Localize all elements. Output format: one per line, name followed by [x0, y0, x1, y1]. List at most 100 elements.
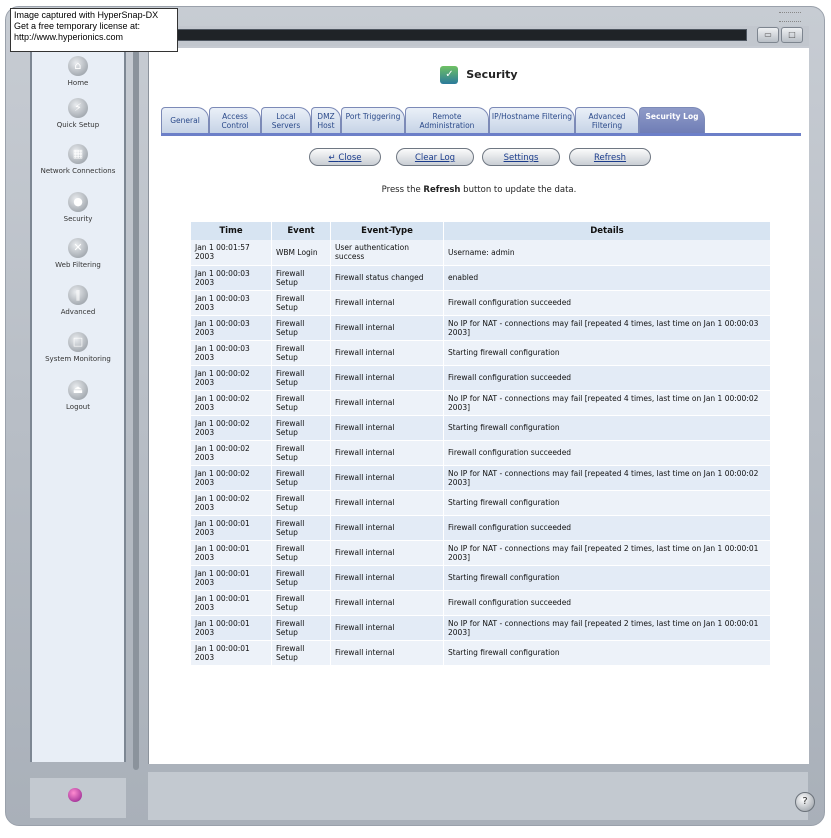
table-row: Jan 1 00:00:02 2003 Firewall Setup Firewal…	[191, 465, 771, 491]
cell-details: No IP for NAT - connections may fail [re…	[443, 315, 771, 341]
cell-time: Jan 1 00:00:01 2003	[191, 640, 272, 666]
window-grip[interactable]	[779, 12, 801, 22]
cell-time: Jan 1 00:00:03 2003	[191, 315, 272, 341]
cell-event: Firewall Setup	[271, 590, 331, 616]
cell-event-type: Firewall internal	[330, 340, 444, 366]
cell-event-type: User authentication success	[330, 240, 444, 266]
clear-log-label: Clear Log	[414, 153, 456, 163]
sidebar-item-network-connections[interactable]: ▦ Network Connections	[32, 144, 124, 175]
cell-time: Jan 1 00:00:02 2003	[191, 465, 272, 491]
table-row: Jan 1 00:00:02 2003 Firewall Setup Firewal…	[191, 415, 771, 441]
note-bold: Refresh	[423, 185, 461, 195]
table-row: Jan 1 00:00:01 2003 Firewall Setup Firewal…	[191, 515, 771, 541]
security-log-table: Time Event Event-Type Details Jan 1 00:0…	[191, 222, 771, 666]
table-row: Jan 1 00:01:57 2003 WBM Login User authent…	[191, 240, 771, 266]
tab-label: Local Servers	[271, 112, 301, 130]
sidebar-divider	[133, 50, 139, 770]
table-row: Jan 1 00:00:02 2003 Firewall Setup Firewal…	[191, 440, 771, 466]
cell-event: Firewall Setup	[271, 615, 331, 641]
tab-advanced-filtering[interactable]: Advanced Filtering	[575, 107, 639, 133]
close-button[interactable]: ↵ Close	[309, 148, 381, 166]
cell-details: enabled	[443, 265, 771, 291]
tab-access-control[interactable]: Access Control	[209, 107, 261, 133]
refresh-button[interactable]: Refresh	[569, 148, 651, 166]
cell-event-type: Firewall internal	[330, 515, 444, 541]
tab-remote-administration[interactable]: Remote Administration	[405, 107, 489, 133]
cell-event: Firewall Setup	[271, 440, 331, 466]
cell-time: Jan 1 00:00:01 2003	[191, 565, 272, 591]
cell-event-type: Firewall internal	[330, 540, 444, 566]
column-header-event-type: Event-Type	[330, 222, 444, 240]
sidebar-item-label: Advanced	[60, 308, 96, 316]
tab-general[interactable]: General	[161, 107, 209, 133]
cell-event-type: Firewall internal	[330, 465, 444, 491]
tab-ip-hostname-filtering[interactable]: IP/Hostname Filtering	[489, 107, 575, 133]
sidebar-item-label: Network Connections	[40, 167, 116, 175]
note-text: Press the	[381, 185, 424, 195]
sidebar-item-advanced[interactable]: ‖ Advanced	[32, 285, 124, 316]
settings-label: Settings	[503, 153, 539, 163]
sidebar-item-web-filtering[interactable]: ✕ Web Filtering	[32, 238, 124, 269]
cell-time: Jan 1 00:00:02 2003	[191, 390, 272, 416]
column-header-time: Time	[191, 222, 272, 240]
cell-event-type: Firewall internal	[330, 640, 444, 666]
cell-event: Firewall Setup	[271, 565, 331, 591]
sidebar-item-label: Home	[67, 79, 89, 87]
table-row: Jan 1 00:00:01 2003 Firewall Setup Firewal…	[191, 565, 771, 591]
tab-label: General	[170, 116, 200, 125]
refresh-instruction: Press the Refresh button to update the d…	[149, 185, 809, 195]
sidebar-item-logout[interactable]: ⏏ Logout	[32, 380, 124, 411]
cell-event: Firewall Setup	[271, 365, 331, 391]
tools-icon: ‖	[68, 285, 88, 305]
table-row: Jan 1 00:00:01 2003 Firewall Setup Firewal…	[191, 540, 771, 566]
help-button[interactable]: ?	[795, 792, 815, 812]
cell-details: No IP for NAT - connections may fail [re…	[443, 615, 771, 641]
sidebar-item-system-monitoring[interactable]: □ System Monitoring	[32, 332, 124, 363]
table-row: Jan 1 00:00:02 2003 Firewall Setup Firewal…	[191, 365, 771, 391]
tab-bar: General Access Control Local Servers DMZ…	[161, 107, 801, 136]
page-title: Security	[466, 68, 518, 81]
title-bar: curity ▭ □	[143, 26, 809, 46]
cell-event-type: Firewall internal	[330, 615, 444, 641]
cell-event: Firewall Setup	[271, 390, 331, 416]
cell-event-type: Firewall internal	[330, 390, 444, 416]
window-title: curity	[143, 29, 747, 41]
logout-icon: ⏏	[68, 380, 88, 400]
tab-port-triggering[interactable]: Port Triggering	[341, 107, 405, 133]
security-icon: ✓	[440, 66, 459, 84]
settings-button[interactable]: Settings	[482, 148, 560, 166]
cell-event-type: Firewall internal	[330, 365, 444, 391]
sidebar-item-label: Web Filtering	[55, 261, 101, 269]
cell-event: WBM Login	[271, 240, 331, 266]
network-icon: ▦	[68, 144, 88, 164]
tab-label: Advanced Filtering	[588, 112, 626, 130]
clear-log-button[interactable]: Clear Log	[396, 148, 474, 166]
sidebar-item-quick-setup[interactable]: ⚡ Quick Setup	[32, 98, 124, 129]
sidebar-footer	[30, 778, 126, 818]
cell-event: Firewall Setup	[271, 490, 331, 516]
sidebar-item-home[interactable]: ⌂ Home	[32, 56, 124, 87]
restore-button[interactable]: ▭	[757, 27, 779, 43]
cell-details: Starting firewall configuration	[443, 415, 771, 441]
tab-dmz-host[interactable]: DMZ Host	[311, 107, 341, 133]
sidebar-item-security[interactable]: ● Security	[32, 192, 124, 223]
cell-details: Username: admin	[443, 240, 771, 266]
cell-event-type: Firewall internal	[330, 315, 444, 341]
tab-local-servers[interactable]: Local Servers	[261, 107, 311, 133]
cell-details: Starting firewall configuration	[443, 340, 771, 366]
cell-details: Starting firewall configuration	[443, 565, 771, 591]
status-orb-icon[interactable]	[68, 788, 82, 802]
tab-security-log[interactable]: Security Log	[639, 107, 705, 133]
cell-time: Jan 1 00:00:01 2003	[191, 590, 272, 616]
cell-details: No IP for NAT - connections may fail [re…	[443, 390, 771, 416]
cell-time: Jan 1 00:00:01 2003	[191, 515, 272, 541]
maximize-button[interactable]: □	[781, 27, 803, 43]
column-header-details: Details	[443, 222, 771, 240]
tab-label: DMZ Host	[317, 112, 335, 130]
lock-icon: ●	[68, 192, 88, 212]
cell-event: Firewall Setup	[271, 415, 331, 441]
close-label: Close	[338, 153, 362, 163]
sidebar-item-label: Security	[63, 215, 93, 223]
sidebar-item-label: Quick Setup	[56, 121, 100, 129]
table-row: Jan 1 00:00:02 2003 Firewall Setup Firewal…	[191, 490, 771, 516]
